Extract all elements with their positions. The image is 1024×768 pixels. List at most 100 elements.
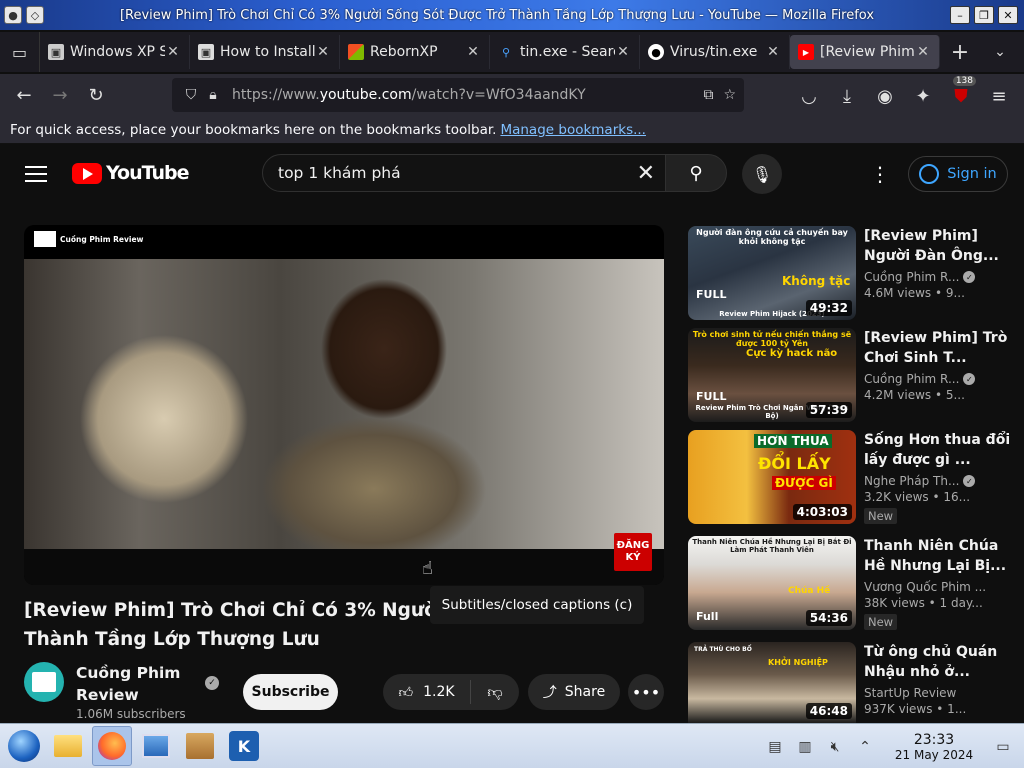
video-player[interactable]: Cuồng Phim Review ĐĂNG KÝ	[24, 225, 664, 585]
firefox-icon[interactable]	[92, 726, 132, 766]
recommendation-title[interactable]: Sống Hơn thua đổi lấy được gì ...	[864, 430, 1014, 470]
recommendation-title[interactable]: Thanh Niên Chúa Hề Nhưng Lại Bị...	[864, 536, 1014, 576]
close-tab-icon[interactable]: ✕	[465, 44, 481, 60]
tab-review-phim[interactable]: ▶ [Review Phim ✕	[790, 35, 940, 69]
tab-tin-exe-search[interactable]: ⚲ tin.exe - Searc ✕	[490, 35, 640, 69]
account-icon[interactable]: ◉	[868, 78, 902, 114]
video-controls-area[interactable]	[24, 549, 664, 585]
share-button[interactable]: ⤴ Share	[528, 674, 620, 710]
window-titlebar: ● ◇ [Review Phim] Trò Chơi Chỉ Có 3% Ngư…	[0, 0, 1024, 30]
tab-strip: ▭ ▣ Windows XP S ✕ ▣ How to Install ✕ Re…	[0, 32, 1024, 72]
recommendation-title[interactable]: Từ ông chủ Quán Nhậu nhỏ ở...	[864, 642, 1014, 682]
download-icon[interactable]: ⤓	[830, 78, 864, 114]
search-input[interactable]: top 1 khám phá ✕	[262, 154, 666, 192]
show-hidden-icons-chevron[interactable]: ⌃	[854, 736, 876, 758]
lock-icon[interactable]: 🔒︎	[202, 87, 224, 103]
start-orb-icon[interactable]	[4, 726, 44, 766]
firefox-window-icon[interactable]: ●	[4, 6, 22, 24]
channel-avatar[interactable]	[24, 662, 64, 702]
channel-name[interactable]: Cuồng Phim Review	[76, 662, 186, 706]
share-icon: ⤴	[542, 685, 557, 701]
bookmark-star-icon[interactable]: ☆	[723, 87, 736, 103]
subscribe-button[interactable]: Subscribe	[243, 674, 338, 710]
network-icon[interactable]: ▤	[764, 736, 786, 758]
settings-more-icon[interactable]: ⋮	[868, 160, 892, 188]
close-tab-icon[interactable]: ✕	[165, 44, 181, 60]
tab-virus-tin-exe[interactable]: ● Virus/tin.exe ✕	[640, 35, 790, 69]
verified-badge-icon: ✓	[205, 676, 219, 690]
sign-in-button[interactable]: Sign in	[908, 156, 1008, 192]
bookmarks-toolbar: For quick access, place your bookmarks h…	[0, 116, 1024, 144]
url-bar[interactable]: ⛉ 🔒︎ https://www.youtube.com/watch?v=WfO…	[172, 78, 744, 112]
recommendation-item[interactable]: Người đàn ông cứu cả chuyến bay khỏi khô…	[688, 226, 1018, 322]
tab-how-to-install[interactable]: ▣ How to Install ✕	[190, 35, 340, 69]
tab-windows-xp[interactable]: ▣ Windows XP S ✕	[40, 35, 190, 69]
recommendation-title[interactable]: [Review Phim] Người Đàn Ông...	[864, 226, 1014, 266]
recommendation-meta: 3.2K views • 16...	[864, 490, 971, 504]
close-tab-icon[interactable]: ✕	[765, 44, 781, 60]
video-frame[interactable]	[24, 259, 664, 549]
subscriber-count: 1.06M subscribers	[76, 707, 186, 721]
list-all-tabs-button[interactable]: ⌄	[980, 32, 1020, 72]
clipboard-icon[interactable]: ▥	[794, 736, 816, 758]
recommendation-channel[interactable]: Vương Quốc Phim ...	[864, 580, 1014, 594]
recommendation-channel[interactable]: Nghe Pháp Th... ✓	[864, 474, 1014, 488]
guide-menu-icon[interactable]	[22, 162, 50, 186]
clock[interactable]: 23:33 21 May 2024	[884, 732, 984, 762]
close-tab-icon[interactable]: ✕	[315, 44, 331, 60]
app-menu-icon[interactable]: ≡	[982, 78, 1016, 114]
url-text[interactable]: https://www.youtube.com/watch?v=WfO34aan…	[224, 87, 703, 103]
recommendation-channel[interactable]: Cuồng Phim R... ✓	[864, 270, 1014, 284]
verified-icon: ✓	[963, 373, 976, 385]
search-button[interactable]: ⚲	[665, 154, 727, 192]
video-thumbnail[interactable]: TRẢ THÙ CHO BỐ KHỞI NGHIỆP 46:48	[688, 642, 856, 723]
reload-button[interactable]: ↻	[78, 77, 114, 113]
file-explorer-icon[interactable]	[48, 726, 88, 766]
new-tab-button[interactable]: +	[940, 32, 980, 72]
bookmarks-hint: For quick access, place your bookmarks h…	[10, 121, 497, 138]
control-panel-icon[interactable]	[136, 726, 176, 766]
manage-bookmarks-link[interactable]: Manage bookmarks...	[500, 122, 646, 138]
video-thumbnail[interactable]: HƠN THUA ĐỔI LẤY ĐƯỢC GÌ 4:03:03	[688, 430, 856, 524]
recommendation-meta: 937K views • 1...	[864, 702, 967, 716]
close-window-button[interactable]: ✕	[998, 6, 1018, 24]
close-tab-icon[interactable]: ✕	[915, 44, 931, 60]
close-tab-icon[interactable]: ✕	[615, 44, 631, 60]
voice-search-button[interactable]: 🎙︎	[742, 154, 782, 194]
ublock-icon[interactable]: ⛊ 138	[944, 76, 978, 114]
window-menu-icon[interactable]: ◇	[26, 6, 44, 24]
recommendation-channel[interactable]: StartUp Review	[864, 686, 1014, 700]
video-thumbnail[interactable]: Thanh Niên Chúa Hề Nhưng Lại Bị Bắt Đi L…	[688, 536, 856, 630]
package-icon[interactable]	[180, 726, 220, 766]
like-button[interactable]: 👍︎ 1.2K	[383, 680, 471, 704]
picture-in-picture-icon[interactable]: ⧉	[703, 87, 713, 103]
tab-rebornxp[interactable]: RebornXP ✕	[340, 35, 490, 69]
subscribe-stamp[interactable]: ĐĂNG KÝ	[614, 533, 652, 571]
recommendation-item[interactable]: Thanh Niên Chúa Hề Nhưng Lại Bị Bắt Đi L…	[688, 536, 1018, 632]
minimize-button[interactable]: –	[950, 6, 970, 24]
hand-cursor-icon: ☝	[422, 558, 433, 579]
recommendation-title[interactable]: [Review Phim] Trò Chơi Sinh T...	[864, 328, 1014, 368]
kde-icon[interactable]: K	[224, 726, 264, 766]
youtube-logo[interactable]: YouTube	[72, 162, 189, 184]
clear-search-icon[interactable]: ✕	[637, 161, 655, 186]
back-button[interactable]: ←	[6, 77, 42, 113]
recommendation-item[interactable]: Trò chơi sinh tử nếu chiến thắng sẽ được…	[688, 328, 1018, 424]
dislike-button[interactable]: 👎︎	[471, 683, 519, 702]
page-icon: ▣	[198, 44, 214, 60]
system-tray: ▤ ▥ 🔇︎ ⌃ 23:33 21 May 2024 ▭	[764, 724, 1024, 768]
more-actions-button[interactable]: •••	[628, 674, 664, 710]
pocket-icon[interactable]: ◡	[792, 78, 826, 114]
volume-muted-icon[interactable]: 🔇︎	[824, 736, 846, 758]
forward-button[interactable]: →	[42, 77, 78, 113]
video-thumbnail[interactable]: Người đàn ông cứu cả chuyến bay khỏi khô…	[688, 226, 856, 320]
recommendation-item[interactable]: HƠN THUA ĐỔI LẤY ĐƯỢC GÌ 4:03:03 Sống Hơ…	[688, 430, 1018, 526]
video-thumbnail[interactable]: Trò chơi sinh tử nếu chiến thắng sẽ được…	[688, 328, 856, 422]
show-desktop-icon[interactable]: ▭	[992, 736, 1014, 758]
firefox-view-button[interactable]: ▭	[0, 32, 40, 72]
extensions-icon[interactable]: ✦	[906, 78, 940, 114]
captions-tooltip: Subtitles/closed captions (c)	[430, 586, 644, 624]
maximize-button[interactable]: ❐	[974, 6, 994, 24]
shield-icon[interactable]: ⛉	[180, 87, 202, 103]
recommendation-channel[interactable]: Cuồng Phim R... ✓	[864, 372, 1014, 386]
